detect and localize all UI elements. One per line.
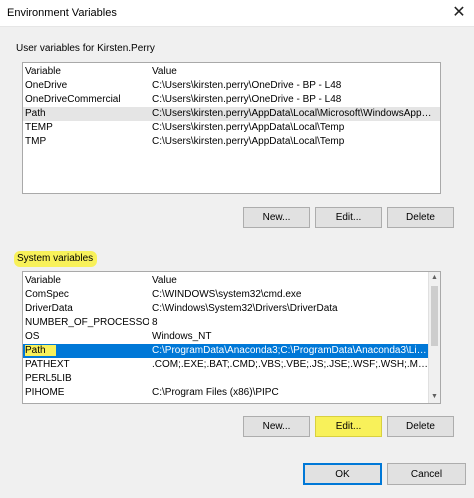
table-row[interactable]: ComSpec C:\WINDOWS\system32\cmd.exe <box>23 288 440 302</box>
table-row[interactable]: TEMP C:\Users\kirsten.perry\AppData\Loca… <box>23 121 440 135</box>
table-row[interactable]: NUMBER_OF_PROCESSORS 8 <box>23 316 440 330</box>
variable-value: 8 <box>152 317 158 328</box>
user-new-button[interactable]: New... <box>243 207 310 228</box>
scroll-thumb[interactable] <box>431 286 438 346</box>
system-variables-label: System variables <box>14 251 98 267</box>
scroll-up-icon[interactable]: ▲ <box>429 272 440 284</box>
variable-name: NUMBER_OF_PROCESSORS <box>25 317 149 328</box>
variable-name: PATHEXT <box>25 359 70 370</box>
system-delete-button[interactable]: Delete <box>387 416 454 437</box>
ok-button[interactable]: OK <box>303 463 382 485</box>
variable-value: Windows_NT <box>152 331 212 342</box>
user-variables-list[interactable]: Variable Value OneDrive C:\Users\kirsten… <box>22 62 441 194</box>
column-header-value[interactable]: Value <box>152 63 435 80</box>
variable-name: Path <box>25 344 149 358</box>
variable-value: C:\Users\kirsten.perry\OneDrive - BP - L… <box>152 94 342 105</box>
table-row[interactable]: Path C:\Users\kirsten.perry\AppData\Loca… <box>23 107 440 121</box>
variable-name: PERL5LIB <box>25 373 72 384</box>
window-title: Environment Variables <box>7 7 117 19</box>
system-new-button[interactable]: New... <box>243 416 310 437</box>
variable-name: PIHOME <box>25 387 65 398</box>
variable-value: C:\Users\kirsten.perry\AppData\Local\Tem… <box>152 122 345 133</box>
variable-name: Path <box>25 108 46 119</box>
table-row[interactable]: DriverData C:\Windows\System32\Drivers\D… <box>23 302 440 316</box>
variable-value: C:\Users\kirsten.perry\AppData\Local\Mic… <box>152 108 435 119</box>
variable-value: .COM;.EXE;.BAT;.CMD;.VBS;.VBE;.JS;.JSE;.… <box>152 359 428 370</box>
variable-value: C:\Users\kirsten.perry\AppData\Local\Tem… <box>152 136 345 147</box>
table-row-selected[interactable]: Path C:\ProgramData\Anaconda3;C:\Program… <box>23 344 440 358</box>
column-header-variable[interactable]: Variable <box>25 63 149 80</box>
user-delete-button[interactable]: Delete <box>387 207 454 228</box>
cancel-button[interactable]: Cancel <box>387 463 466 485</box>
system-edit-button[interactable]: Edit... <box>315 416 382 437</box>
variable-name: ComSpec <box>25 289 69 300</box>
variable-name: TEMP <box>25 122 53 133</box>
table-row[interactable]: OneDriveCommercial C:\Users\kirsten.perr… <box>23 93 440 107</box>
column-header-variable[interactable]: Variable <box>25 272 149 289</box>
variable-value: C:\WINDOWS\system32\cmd.exe <box>152 289 302 300</box>
variable-value: C:\ProgramData\Anaconda3;C:\ProgramData\… <box>152 345 428 356</box>
variable-value: C:\Users\kirsten.perry\OneDrive - BP - L… <box>152 80 342 91</box>
column-header-value[interactable]: Value <box>152 272 428 289</box>
system-variables-list[interactable]: Variable Value ComSpec C:\WINDOWS\system… <box>22 271 441 404</box>
variable-value: C:\Program Files (x86)\PIPC <box>152 387 279 398</box>
user-variables-label: User variables for Kirsten.Perry <box>16 43 155 54</box>
title-bar: Environment Variables ✕ <box>0 0 474 27</box>
variable-name: OneDrive <box>25 80 68 91</box>
vertical-scrollbar[interactable]: ▲ ▼ <box>428 272 440 403</box>
variable-name: OS <box>25 331 40 342</box>
table-row[interactable]: OS Windows_NT <box>23 330 440 344</box>
scroll-down-icon[interactable]: ▼ <box>429 391 440 403</box>
table-row[interactable]: TMP C:\Users\kirsten.perry\AppData\Local… <box>23 135 440 149</box>
variable-value: C:\Windows\System32\Drivers\DriverData <box>152 303 338 314</box>
list-header: Variable Value <box>23 63 440 79</box>
table-row[interactable]: PATHEXT .COM;.EXE;.BAT;.CMD;.VBS;.VBE;.J… <box>23 358 440 372</box>
variable-name: OneDriveCommercial <box>25 94 121 105</box>
table-row[interactable]: OneDrive C:\Users\kirsten.perry\OneDrive… <box>23 79 440 93</box>
user-edit-button[interactable]: Edit... <box>315 207 382 228</box>
variable-name: DriverData <box>25 303 73 314</box>
variable-name: TMP <box>25 136 47 147</box>
table-row[interactable]: PIHOME C:\Program Files (x86)\PIPC <box>23 386 440 400</box>
close-icon[interactable]: ✕ <box>448 2 470 22</box>
table-row[interactable]: PERL5LIB <box>23 372 440 386</box>
highlighted-name: Path <box>25 345 56 356</box>
list-header: Variable Value <box>23 272 440 288</box>
